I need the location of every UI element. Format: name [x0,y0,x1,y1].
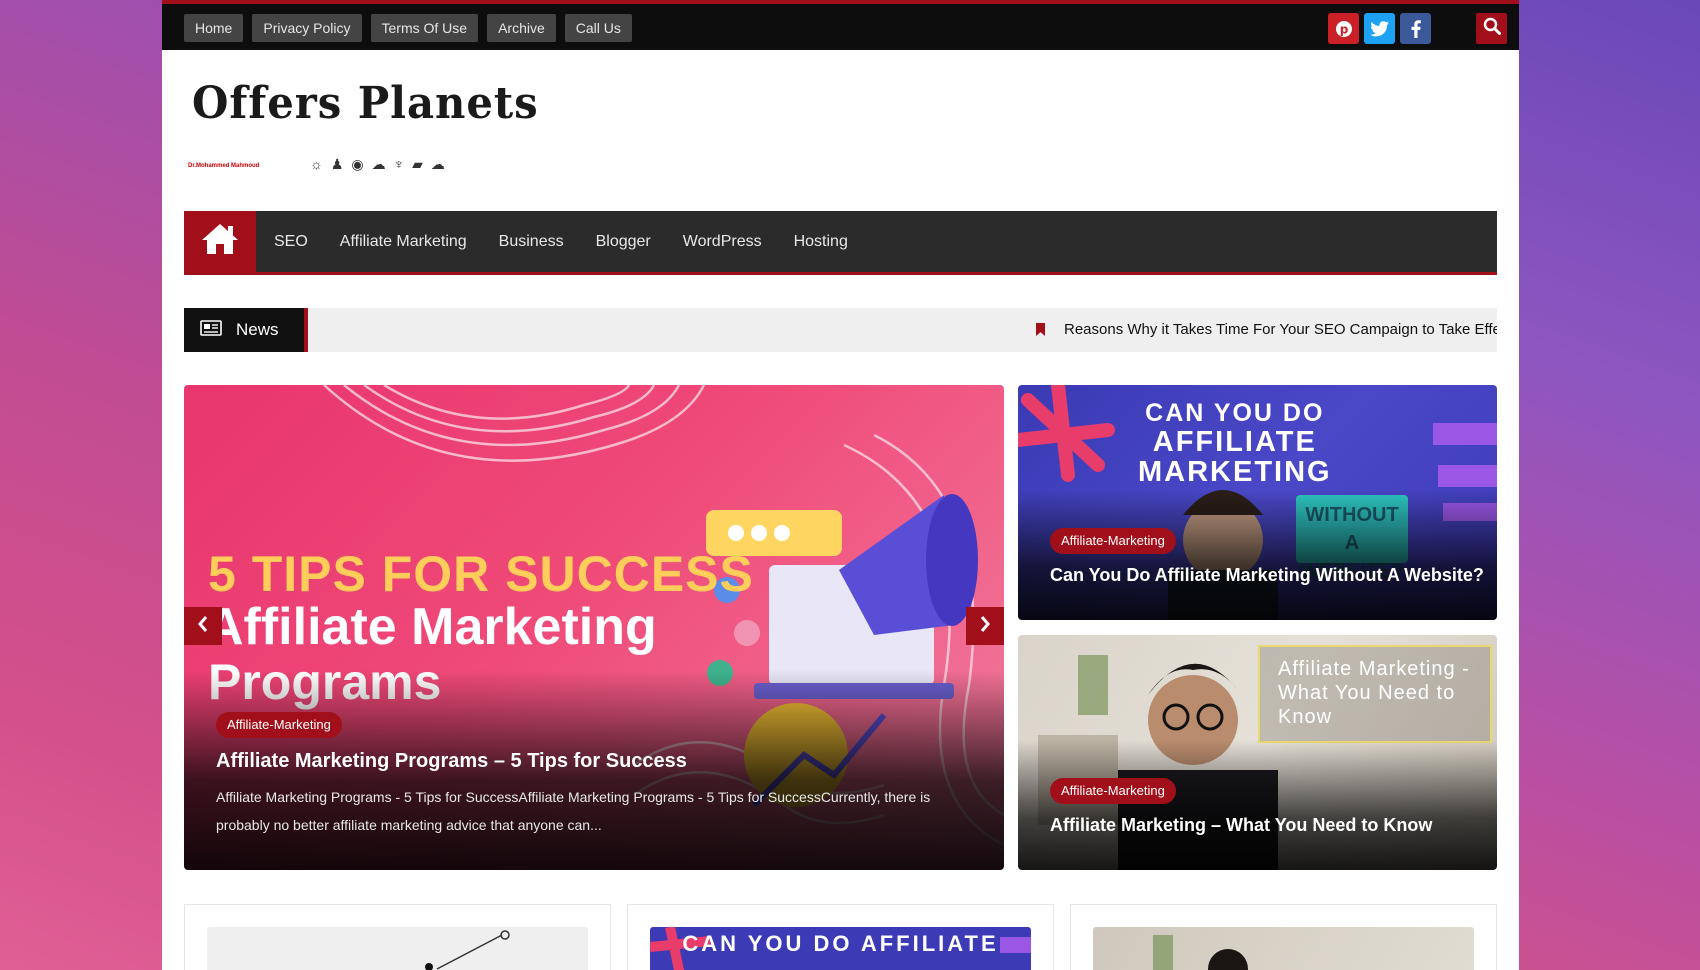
category-badge[interactable]: Affiliate-Marketing [216,712,342,738]
side-post-1-title[interactable]: Can You Do Affiliate Marketing Without A… [1050,565,1484,586]
nav-item-affiliate-marketing[interactable]: Affiliate Marketing [340,233,467,251]
sun-icon: ☼ [310,156,323,172]
post-card-2-image-text: CAN YOU DO AFFILIATE [682,931,999,956]
home-icon [200,222,240,261]
nav-items: SEO Affiliate Marketing Business Blogger… [274,211,848,272]
post-card-3[interactable] [1070,904,1497,970]
top-link-call-us[interactable]: Call Us [564,14,632,42]
chevron-right-icon [979,615,991,638]
main-navigation: SEO Affiliate Marketing Business Blogger… [184,211,1497,275]
top-link-archive[interactable]: Archive [487,14,556,42]
news-label: News [184,308,308,352]
post-card-1-image [207,927,588,970]
newspaper-icon [200,319,222,341]
nav-item-hosting[interactable]: Hosting [794,233,848,251]
book-icon: ▰ [412,156,423,172]
side-post-2[interactable]: Affiliate Marketing - What You Need to K… [1018,635,1497,870]
post-card-1[interactable] [184,904,611,970]
slider-prev-button[interactable] [184,607,222,645]
nav-item-wordpress[interactable]: WordPress [683,233,762,251]
top-link-privacy-policy[interactable]: Privacy Policy [252,14,362,42]
search-button[interactable] [1476,13,1507,44]
side-post-1[interactable]: CAN YOU DOAFFILIATEMARKETING WITHOUT AWE… [1018,385,1497,620]
slider-image-line2: Affiliate Marketing [206,598,657,656]
top-link-terms-of-use[interactable]: Terms Of Use [370,14,479,42]
post-card-2-image: CAN YOU DO AFFILIATE [650,927,1031,970]
nav-item-business[interactable]: Business [499,233,564,251]
nav-item-blogger[interactable]: Blogger [596,233,651,251]
news-ticker: News Reasons Why it Takes Time For Your … [184,308,1497,352]
site-logo[interactable]: Offers Planets [192,78,539,129]
social-links: p [1328,13,1431,44]
globe-icon: ◉ [351,156,364,172]
top-links: Home Privacy Policy Terms Of Use Archive… [184,14,632,42]
slider-image-line1: 5 TIPS FOR SUCCESS [208,546,754,602]
category-badge[interactable]: Affiliate-Marketing [1050,528,1176,554]
nav-item-seo[interactable]: SEO [274,233,308,251]
side-post-2-title[interactable]: Affiliate Marketing – What You Need to K… [1050,815,1432,836]
side-post-2-overlay [1018,740,1497,870]
category-badge[interactable]: Affiliate-Marketing [1050,778,1176,804]
slide-excerpt: Affiliate Marketing Programs - 5 Tips fo… [216,789,931,833]
pinterest-icon[interactable]: p [1328,13,1359,44]
post-card-2[interactable]: CAN YOU DO AFFILIATE [627,904,1054,970]
slider-next-button[interactable] [966,607,1004,645]
svg-text:p: p [1339,22,1348,36]
tagline-icons: ☼ ♟ ◉ ☁ ♆ ▰ ☁ [310,156,445,173]
slide-title[interactable]: Affiliate Marketing Programs – 5 Tips fo… [216,750,687,773]
bookmark-icon [1036,323,1045,336]
side-post-1-image-text: CAN YOU DO AFFILIATE MARKETING [1138,399,1332,488]
side-post-1-overlay [1018,490,1497,620]
site-tagline: Dr.Mohammed Mahmoud [188,163,260,169]
top-bar: Home Privacy Policy Terms Of Use Archive… [162,0,1519,50]
side-post-2-image-text: Affiliate Marketing - What You Need to K… [1258,645,1492,743]
top-link-home[interactable]: Home [184,14,244,42]
home-button[interactable] [184,211,256,272]
search-icon [1483,17,1501,40]
facebook-icon[interactable] [1400,13,1431,44]
brain-icon: ☁ [371,156,386,172]
twitter-icon[interactable] [1364,13,1395,44]
page-container: Home Privacy Policy Terms Of Use Archive… [162,0,1519,970]
chevron-left-icon [197,615,209,638]
lightbulb-icon: ♆ [393,156,405,172]
background-right [1519,0,1700,970]
ticker-headline[interactable]: Reasons Why it Takes Time For Your SEO C… [1064,308,1497,352]
news-label-text: News [236,320,279,339]
brain-outline-icon: ☁ [430,156,445,172]
background-left [0,0,162,970]
person-icon: ♟ [330,156,344,172]
post-card-3-image [1093,927,1474,970]
featured-slider[interactable]: 5 TIPS FOR SUCCESS Affiliate Marketing P… [184,385,1004,870]
